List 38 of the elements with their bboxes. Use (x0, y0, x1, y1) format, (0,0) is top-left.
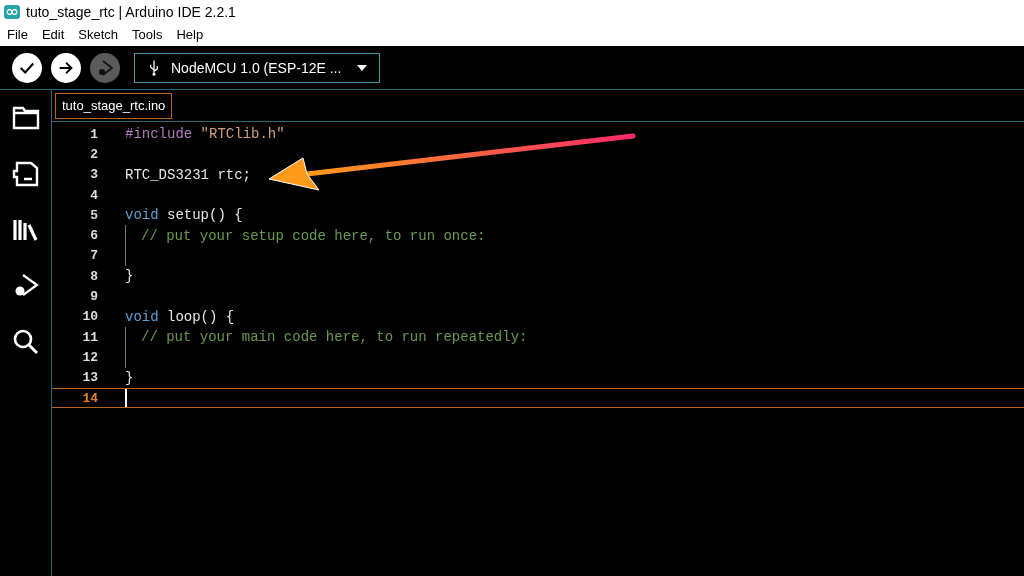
upload-button[interactable] (51, 52, 81, 83)
usb-icon (149, 58, 159, 77)
line-number: 11 (81, 329, 98, 345)
code-text: } (125, 268, 134, 285)
code-text: void setup() { (125, 207, 243, 224)
menu-item[interactable]: Help (176, 27, 204, 42)
text-cursor (125, 389, 127, 407)
line-number: 4 (89, 187, 98, 203)
line-number: 5 (89, 207, 98, 223)
menu-item[interactable]: Edit (41, 27, 65, 42)
code-text: // put your main code here, to run repeatedly: (141, 329, 528, 346)
code-text: void loop() { (125, 308, 235, 325)
code-text: RTC_DS3231 rtc; (125, 166, 252, 183)
menu-item[interactable]: File (7, 27, 28, 42)
line-number: 6 (89, 228, 98, 244)
caret-icon (357, 64, 368, 71)
search-icon[interactable] (11, 327, 40, 357)
line-number: 12 (81, 349, 98, 365)
file-tab[interactable]: tuto_stage_rtc.ino (55, 93, 173, 119)
board-selector[interactable]: NodeMCU 1.0 (ESP-12E ... (134, 52, 380, 83)
menu-item[interactable]: Sketch (78, 27, 119, 42)
line-number: 2 (89, 146, 98, 162)
line-number: 13 (81, 370, 98, 386)
app-logo-icon (4, 4, 20, 19)
code-text: // put your setup code here, to run once: (141, 227, 486, 244)
menu-item[interactable]: Tools (132, 27, 163, 42)
line-number: 14 (81, 390, 98, 406)
board-icon[interactable] (11, 159, 40, 189)
code-text: } (125, 369, 134, 386)
line-number: 10 (81, 309, 98, 325)
window-title: tuto_stage_rtc | Arduino IDE 2.2.1 (26, 3, 236, 20)
code-text: #include "RTClib.h" (125, 126, 285, 143)
verify-button[interactable] (12, 52, 42, 83)
line-number: 9 (89, 289, 98, 304)
line-number: 8 (89, 268, 98, 284)
line-number: 7 (89, 248, 98, 264)
line-number: 3 (89, 167, 98, 183)
line-number: 1 (89, 126, 98, 142)
